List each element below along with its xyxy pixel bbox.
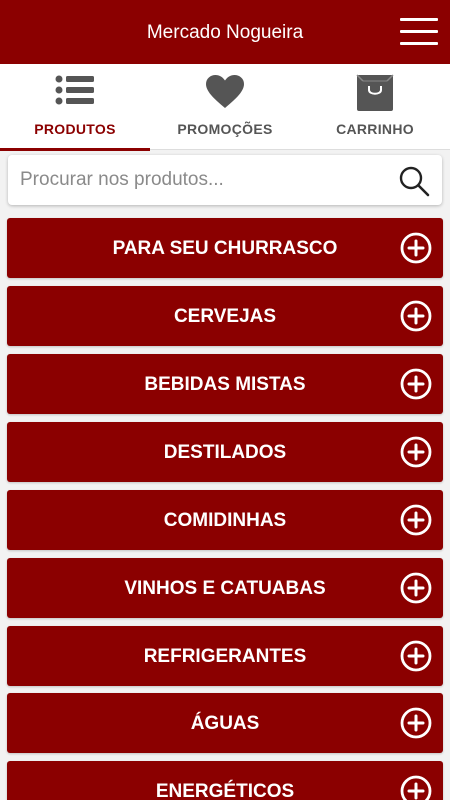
- expand-plus-icon[interactable]: [400, 707, 432, 739]
- expand-plus-icon[interactable]: [400, 232, 432, 264]
- category-refrigerantes[interactable]: REFRIGERANTES: [7, 626, 443, 686]
- category-bebidas-mistas[interactable]: BEBIDAS MISTAS: [7, 354, 443, 414]
- search-input[interactable]: [8, 155, 388, 205]
- category-label: ENERGÉTICOS: [155, 781, 295, 800]
- category-vinhos-e-catuabas[interactable]: VINHOS E CATUABAS: [7, 558, 443, 618]
- expand-plus-icon[interactable]: [400, 300, 432, 332]
- hamburger-menu-icon[interactable]: [400, 16, 438, 46]
- category-aguas[interactable]: ÁGUAS: [7, 693, 443, 753]
- search-bar: [8, 155, 442, 205]
- category-label: ÁGUAS: [190, 713, 260, 734]
- expand-plus-icon[interactable]: [400, 368, 432, 400]
- category-label: COMIDINHAS: [163, 510, 287, 531]
- category-label: REFRIGERANTES: [143, 646, 307, 667]
- category-label: CERVEJAS: [173, 306, 277, 327]
- tab-carrinho[interactable]: CARRINHO: [300, 64, 450, 150]
- shopping-bag-icon: [356, 74, 394, 111]
- category-comidinhas[interactable]: COMIDINHAS: [7, 490, 443, 550]
- category-destilados[interactable]: DESTILADOS: [7, 422, 443, 482]
- category-label: VINHOS E CATUABAS: [124, 578, 326, 599]
- heart-icon: [206, 75, 244, 108]
- category-cervejas[interactable]: CERVEJAS: [7, 286, 443, 346]
- app-title: Mercado Nogueira: [146, 22, 304, 43]
- tab-label: CARRINHO: [336, 121, 414, 137]
- tab-label: PROMOÇÕES: [177, 121, 273, 137]
- tab-bar: PRODUTOS PROMOÇÕES CARRINHO: [0, 64, 450, 151]
- search-icon[interactable]: [398, 165, 430, 197]
- category-energeticos[interactable]: ENERGÉTICOS: [7, 761, 443, 800]
- expand-plus-icon[interactable]: [400, 775, 432, 800]
- active-tab-indicator: [0, 148, 150, 151]
- category-label: PARA SEU CHURRASCO: [112, 238, 338, 259]
- expand-plus-icon[interactable]: [400, 640, 432, 672]
- app-header: Mercado Nogueira: [0, 0, 450, 64]
- expand-plus-icon[interactable]: [400, 436, 432, 468]
- category-para-seu-churrasco[interactable]: PARA SEU CHURRASCO: [7, 218, 443, 278]
- list-icon: [55, 75, 94, 105]
- tab-promocoes[interactable]: PROMOÇÕES: [150, 64, 300, 150]
- tab-label: PRODUTOS: [34, 121, 116, 137]
- expand-plus-icon[interactable]: [400, 572, 432, 604]
- category-label: BEBIDAS MISTAS: [144, 374, 306, 395]
- expand-plus-icon[interactable]: [400, 504, 432, 536]
- category-label: DESTILADOS: [163, 442, 287, 463]
- tab-produtos[interactable]: PRODUTOS: [0, 64, 150, 151]
